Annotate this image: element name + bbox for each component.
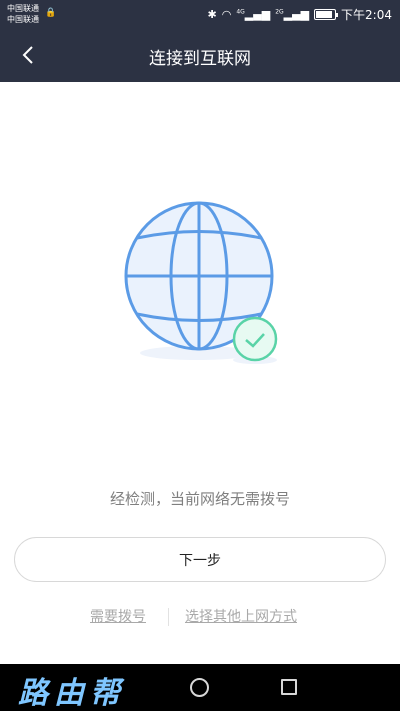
page-title: 连接到互联网 <box>149 49 251 69</box>
link-divider <box>168 608 169 626</box>
carrier-2: 中国联通 <box>7 15 39 24</box>
check-circle-icon <box>232 316 278 362</box>
bluetooth-icon: ✱ <box>207 8 217 21</box>
next-button[interactable]: 下一步 <box>14 537 386 582</box>
status-time: 下午2:04 <box>341 8 392 22</box>
system-nav-bar: 路由帮 <box>0 664 400 711</box>
alt-links: 需要拨号 选择其他上网方式 <box>0 604 400 628</box>
network-1-label: 4G <box>236 8 245 16</box>
status-right: ✱ ◠ 4G▂▄▆ 2G▂▄▆ 下午2:04 <box>208 6 393 23</box>
globe-illustration <box>112 195 287 375</box>
battery-fill <box>316 11 333 18</box>
signal-2g-icon: 2G▂▄▆ <box>275 8 310 21</box>
carrier-info: 中国联通 中国联通 <box>7 3 39 25</box>
watermark-logo: 路由帮 <box>18 676 126 711</box>
recents-button[interactable] <box>281 679 297 695</box>
signal-4g-icon: 4G▂▄▆ <box>236 8 271 21</box>
network-2-label: 2G <box>275 8 284 16</box>
wifi-icon: ◠ <box>221 8 232 21</box>
lock-icon: 🔒 <box>45 8 57 18</box>
need-dial-link[interactable]: 需要拨号 <box>90 606 146 626</box>
header-bar: 连接到互联网 <box>0 28 400 82</box>
home-button[interactable] <box>190 678 209 697</box>
battery-icon <box>314 9 339 20</box>
other-methods-link[interactable]: 选择其他上网方式 <box>185 606 297 626</box>
status-bar: 中国联通 中国联通 🔒 ✱ ◠ 4G▂▄▆ 2G▂▄▆ 下午2:04 <box>0 0 400 28</box>
carrier-1: 中国联通 <box>7 4 39 13</box>
status-message: 经检测，当前网络无需拨号 <box>109 490 290 508</box>
